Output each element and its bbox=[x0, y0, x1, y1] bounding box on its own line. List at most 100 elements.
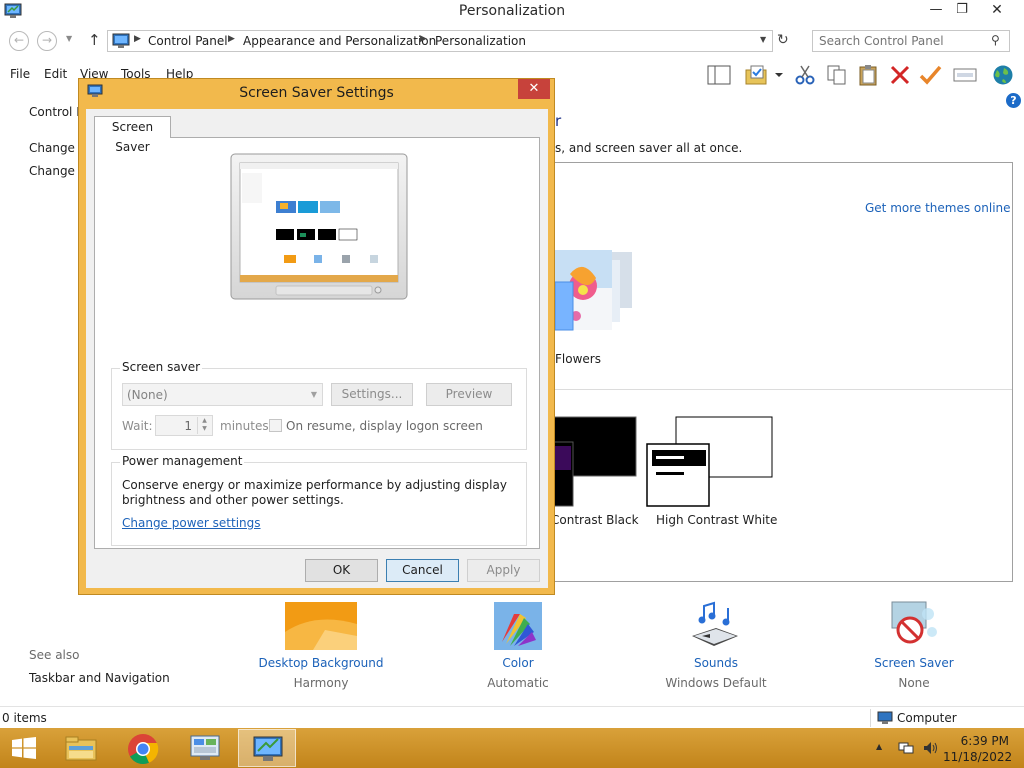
taskbar-personalization[interactable] bbox=[238, 729, 296, 767]
logon-screen-checkbox[interactable] bbox=[269, 419, 282, 432]
control-panel-icon bbox=[112, 33, 130, 48]
high-contrast-black-thumbnail[interactable] bbox=[553, 416, 637, 507]
page-heading: r bbox=[555, 112, 562, 130]
clock-date[interactable]: 11/18/2022 bbox=[943, 750, 1012, 764]
clock-time[interactable]: 6:39 PM bbox=[953, 734, 1009, 748]
window-titlebar: Personalization — ❐ ✕ bbox=[0, 0, 1024, 24]
sounds-icon[interactable] bbox=[688, 600, 742, 650]
taskbar-file-explorer[interactable] bbox=[52, 729, 110, 767]
globe-icon[interactable] bbox=[990, 64, 1016, 86]
stepper-arrows-icon[interactable]: ▲ ▼ bbox=[197, 417, 211, 434]
breadcrumb-appearance[interactable]: Appearance and Personalization bbox=[243, 34, 436, 48]
breadcrumb-personalization[interactable]: Personalization bbox=[435, 34, 526, 48]
back-button[interactable]: ← bbox=[9, 31, 29, 51]
search-box[interactable]: ⚲ bbox=[812, 30, 1010, 52]
chevron-down-icon[interactable]: ▼ bbox=[760, 35, 766, 44]
screen-saver-group: Screen saver (None) ▼ Settings... Previe… bbox=[111, 360, 527, 450]
cut-icon[interactable] bbox=[792, 64, 818, 86]
volume-icon[interactable] bbox=[922, 740, 938, 756]
tab-screen-saver[interactable]: Screen Saver bbox=[94, 116, 171, 154]
search-icon[interactable]: ⚲ bbox=[991, 33, 1000, 47]
cancel-button[interactable]: Cancel bbox=[386, 559, 459, 582]
paste-icon[interactable] bbox=[856, 64, 882, 86]
breadcrumb-control-panel[interactable]: Control Panel bbox=[148, 34, 228, 48]
chevron-right-icon[interactable]: ▶ bbox=[134, 34, 141, 44]
help-icon[interactable]: ? bbox=[1006, 93, 1021, 108]
minutes-label: minutes bbox=[220, 419, 269, 433]
folder-options-icon[interactable] bbox=[744, 64, 786, 86]
delete-icon[interactable] bbox=[888, 64, 914, 86]
sounds-link[interactable]: Sounds bbox=[666, 656, 766, 670]
theme-high-contrast-black-label[interactable]: Contrast Black bbox=[551, 513, 639, 527]
screen-saver-settings-dialog: Screen Saver Settings ✕ Screen Saver Scr… bbox=[78, 78, 555, 595]
dialog-close-button[interactable]: ✕ bbox=[518, 79, 550, 99]
dialog-title: Screen Saver Settings bbox=[239, 85, 394, 101]
chevron-right-icon[interactable]: ▶ bbox=[228, 34, 235, 44]
screen-saver-group-title: Screen saver bbox=[120, 360, 203, 374]
power-management-group: Power management Conserve energy or maxi… bbox=[111, 454, 527, 546]
control-panel-home-link[interactable]: Control P bbox=[29, 105, 83, 119]
screen-saver-value: None bbox=[898, 676, 930, 690]
navigation-bar: ← → ▼ ↑ ▶ Control Panel ▶ Appearance and… bbox=[0, 26, 1024, 56]
wait-minutes-value: 1 bbox=[184, 419, 192, 433]
checkmark-icon[interactable] bbox=[918, 64, 944, 86]
logon-screen-checkbox-label[interactable]: On resume, display logon screen bbox=[286, 419, 483, 433]
address-bar[interactable]: ▶ Control Panel ▶ Appearance and Persona… bbox=[107, 30, 773, 52]
change-power-settings-link[interactable]: Change power settings bbox=[122, 516, 261, 530]
taskbar-navigation-link[interactable]: Taskbar and Navigation bbox=[29, 671, 170, 685]
network-icon[interactable] bbox=[898, 740, 914, 756]
theme-high-contrast-white-label[interactable]: High Contrast White bbox=[656, 513, 777, 527]
status-location: Computer bbox=[897, 711, 957, 725]
preview-button[interactable]: Preview bbox=[426, 383, 512, 406]
file-explorer-icon bbox=[65, 736, 97, 761]
change-link-1[interactable]: Change c bbox=[29, 141, 85, 155]
screen-saver-icon[interactable] bbox=[888, 600, 940, 650]
menu-file[interactable]: File bbox=[10, 67, 30, 81]
screen-saver-select[interactable]: (None) ▼ bbox=[122, 383, 323, 406]
theme-flowers-label[interactable]: Flowers bbox=[555, 352, 601, 366]
screen-saver-select-value: (None) bbox=[127, 388, 168, 402]
desktop-background-value: Harmony bbox=[293, 676, 349, 690]
power-management-group-title: Power management bbox=[120, 454, 245, 468]
desktop-background-icon[interactable] bbox=[285, 602, 357, 650]
layout-pane-icon[interactable] bbox=[706, 64, 732, 86]
window-title: Personalization bbox=[458, 3, 566, 19]
menu-edit[interactable]: Edit bbox=[44, 67, 67, 81]
wait-label: Wait: bbox=[122, 419, 153, 433]
recent-locations-dropdown-icon[interactable]: ▼ bbox=[66, 34, 72, 43]
taskbar-control-panel[interactable] bbox=[176, 729, 234, 767]
chevron-down-icon: ▼ bbox=[310, 390, 317, 399]
get-more-themes-link[interactable]: Get more themes online bbox=[865, 201, 1011, 215]
status-bar: 0 items Computer bbox=[0, 706, 1024, 728]
search-input[interactable] bbox=[813, 31, 991, 51]
desktop-background-link[interactable]: Desktop Background bbox=[256, 656, 386, 670]
see-also-heading: See also bbox=[29, 648, 80, 662]
ok-button[interactable]: OK bbox=[305, 559, 378, 582]
copy-icon[interactable] bbox=[824, 64, 850, 86]
windows-start-icon[interactable] bbox=[11, 737, 37, 759]
apply-button[interactable]: Apply bbox=[467, 559, 540, 582]
taskbar-chrome[interactable] bbox=[114, 729, 172, 767]
dialog-body: Screen Saver Screen saver (None) ▼ Setti… bbox=[86, 109, 548, 588]
properties-icon[interactable] bbox=[952, 64, 978, 86]
chrome-icon bbox=[128, 734, 159, 765]
item-count: 0 items bbox=[2, 711, 47, 725]
color-icon[interactable] bbox=[494, 602, 542, 650]
settings-button[interactable]: Settings... bbox=[331, 383, 413, 406]
close-button[interactable]: ✕ bbox=[974, 0, 1020, 22]
sounds-value: Windows Default bbox=[665, 676, 767, 690]
up-button[interactable]: ↑ bbox=[88, 31, 101, 49]
refresh-button[interactable]: ↻ bbox=[777, 32, 789, 48]
screen-saver-tab-panel: Screen saver (None) ▼ Settings... Previe… bbox=[94, 137, 540, 549]
high-contrast-white-thumbnail[interactable] bbox=[646, 416, 774, 508]
monitor-preview bbox=[230, 153, 408, 300]
show-hidden-icons-button[interactable]: ▲ bbox=[876, 742, 882, 751]
power-management-description: Conserve energy or maximize performance … bbox=[122, 478, 507, 507]
color-link[interactable]: Color bbox=[468, 656, 568, 670]
wait-minutes-stepper[interactable]: 1 ▲ ▼ bbox=[155, 415, 213, 436]
taskbar: ▲ 6:39 PM 11/18/2022 bbox=[0, 728, 1024, 768]
control-panel-icon bbox=[190, 735, 220, 760]
forward-button[interactable]: → bbox=[37, 31, 57, 51]
screen-saver-link[interactable]: Screen Saver bbox=[864, 656, 964, 670]
chevron-right-icon[interactable]: ▶ bbox=[420, 34, 427, 44]
